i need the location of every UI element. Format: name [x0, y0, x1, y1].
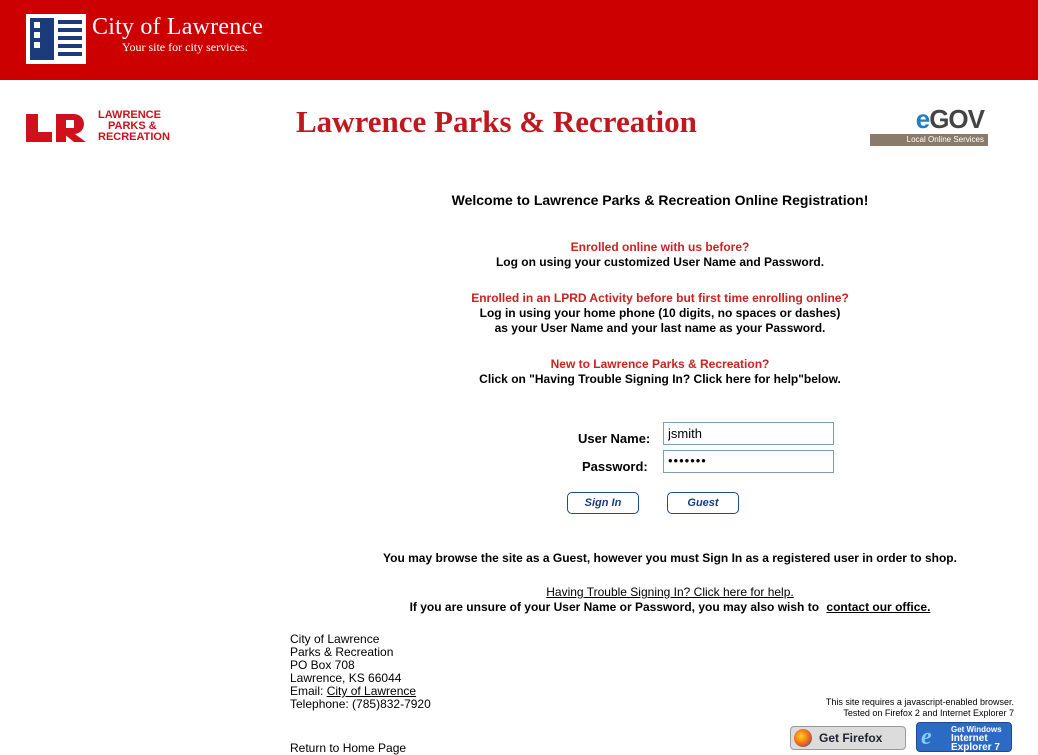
- email-label: Email:: [290, 684, 324, 698]
- page-title: Lawrence Parks & Recreation: [296, 104, 697, 139]
- sign-in-button[interactable]: Sign In: [567, 492, 639, 514]
- ie-badge-line-3: Explorer 7: [951, 742, 1000, 753]
- username-label: User Name:: [578, 431, 651, 446]
- get-firefox-badge[interactable]: Get Firefox: [790, 726, 906, 750]
- req-note-line-1: This site requires a javascript-enabled …: [825, 697, 1014, 707]
- section-heading: New to Lawrence Parks & Recreation?: [550, 357, 770, 371]
- section-text: Click on "Having Trouble Signing In? Cli…: [479, 372, 841, 386]
- section-first-time-online: Enrolled in an LPRD Activity before but …: [300, 291, 1020, 336]
- egov-word-rest: GOV: [929, 104, 985, 134]
- internet-explorer-icon: e: [921, 724, 932, 750]
- section-text: Log on using your customized User Name a…: [495, 255, 825, 269]
- egov-logo[interactable]: eGOV Local Online Services: [870, 104, 988, 146]
- guest-button[interactable]: Guest: [667, 492, 739, 514]
- ie-badge-label: Get Windows Internet Explorer 7: [951, 725, 1002, 753]
- help-link[interactable]: Having Trouble Signing In? Click here fo…: [300, 585, 1038, 599]
- egov-word: eGOV: [915, 104, 985, 135]
- guest-note: You may browse the site as a Guest, howe…: [383, 551, 957, 565]
- address-block: City of Lawrence Parks & Recreation PO B…: [290, 633, 431, 711]
- email-link[interactable]: City of Lawrence: [327, 684, 416, 698]
- lpr-logo: LAWRENCE PARKS & RECREATION: [26, 110, 196, 146]
- password-label: Password:: [582, 459, 648, 474]
- lpr-logo-text: LAWRENCE PARKS & RECREATION: [98, 110, 170, 143]
- section-heading: Enrolled in an LPRD Activity before but …: [471, 291, 849, 305]
- password-input[interactable]: •••••••: [663, 450, 834, 473]
- get-ie7-badge[interactable]: e Get Windows Internet Explorer 7: [916, 722, 1012, 753]
- unsure-note: If you are unsure of your User Name or P…: [300, 600, 1038, 614]
- top-banner: City of Lawrence Your site for city serv…: [0, 0, 1038, 80]
- section-new-user: New to Lawrence Parks & Recreation? Clic…: [300, 357, 1020, 387]
- firefox-icon: [794, 729, 812, 747]
- welcome-heading: Welcome to Lawrence Parks & Recreation O…: [451, 192, 869, 208]
- username-input[interactable]: [663, 422, 834, 445]
- firefox-badge-label: Get Firefox: [819, 731, 883, 745]
- section-returning-online: Enrolled online with us before? Log on u…: [300, 240, 1020, 270]
- req-note-line-2: Tested on Firefox 2 and Internet Explore…: [843, 708, 1014, 718]
- egov-word-e: e: [915, 104, 931, 134]
- browser-requirements: This site requires a javascript-enabled …: [760, 697, 1014, 719]
- address-phone: Telephone: (785)832-7920: [290, 697, 431, 711]
- city-tagline: Your site for city services.: [122, 40, 248, 54]
- lpr-logo-line-3: RECREATION: [98, 131, 170, 143]
- city-logo-icon[interactable]: [24, 12, 88, 66]
- return-home-link[interactable]: Return to Home Page: [290, 741, 406, 755]
- section-text: as your User Name and your last name as …: [494, 321, 826, 335]
- section-text: Log in using your home phone (10 digits,…: [479, 306, 841, 320]
- egov-subtitle: Local Online Services: [870, 134, 988, 146]
- city-name: City of Lawrence: [92, 14, 264, 40]
- contact-office-link[interactable]: contact our office.: [826, 600, 930, 614]
- lpr-mark-icon: [26, 114, 86, 142]
- unsure-text: If you are unsure of your User Name or P…: [409, 600, 820, 614]
- section-heading: Enrolled online with us before?: [570, 240, 750, 254]
